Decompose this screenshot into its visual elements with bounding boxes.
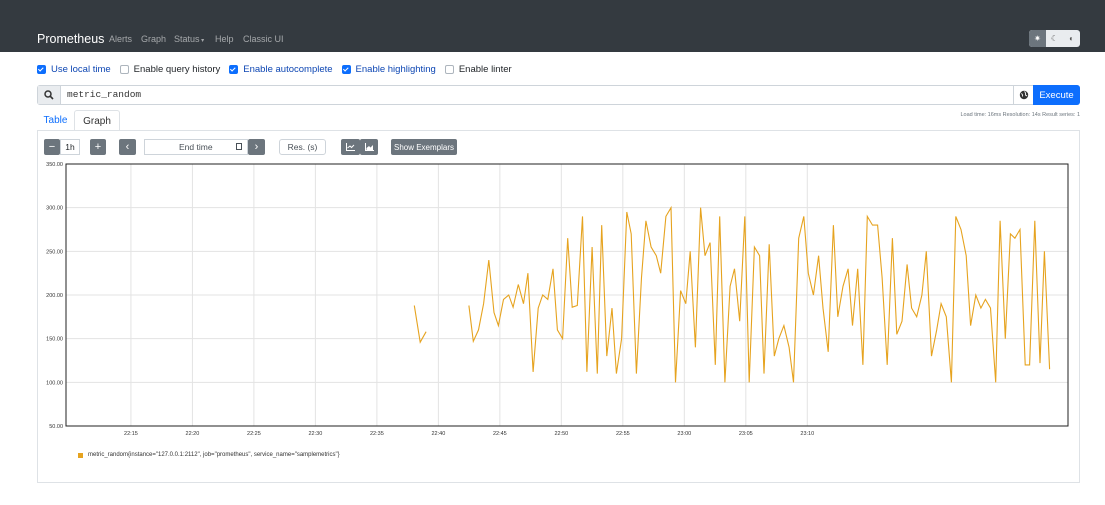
resolution-input[interactable]: Res. (s) (279, 139, 326, 155)
option-local-time[interactable]: Use local time (37, 64, 111, 75)
previous-time-button[interactable]: ‹ (119, 139, 136, 155)
nav-alerts[interactable]: Alerts (109, 34, 132, 44)
tab-table[interactable]: Table (37, 110, 74, 131)
checkbox-linter[interactable] (444, 64, 454, 74)
option-label: Enable autocomplete (243, 63, 333, 75)
query-bar: metric_random Execute (37, 85, 1080, 105)
range-input[interactable]: 1h (60, 139, 80, 155)
metrics-explorer-globe-icon[interactable] (1013, 86, 1034, 104)
stacked-chart-mode-icon[interactable] (360, 139, 378, 155)
nav-classic-ui[interactable]: Classic UI (243, 34, 284, 44)
navbar: Prometheus Alerts Graph Status ▾ Help Cl… (0, 0, 1105, 52)
line-chart-mode-icon[interactable] (341, 139, 360, 155)
nav-status-label: Status (174, 34, 200, 44)
search-icon (38, 86, 61, 104)
option-query-history[interactable]: Enable query history (119, 63, 221, 75)
increase-range-button[interactable]: + (90, 139, 106, 155)
decrease-range-button[interactable]: − (44, 139, 60, 155)
execute-button[interactable]: Execute (1033, 85, 1080, 105)
sun-icon[interactable]: ✷ (1029, 30, 1046, 47)
checkbox-autocomplete[interactable] (229, 64, 239, 74)
option-label: Enable highlighting (355, 63, 436, 75)
theme-switch: ✷ ☾ ◐ (1029, 30, 1080, 47)
legend-series-label[interactable]: metric_random{instance="127.0.0.1:2112",… (88, 452, 340, 458)
options-row: Use local time Enable query history Enab… (37, 62, 521, 76)
expression-input[interactable]: metric_random (67, 89, 141, 100)
nav-help[interactable]: Help (215, 34, 234, 44)
end-time-input[interactable]: End time (144, 139, 248, 155)
nav-graph[interactable]: Graph (141, 34, 166, 44)
nav-status[interactable]: Status ▾ (174, 34, 204, 44)
calendar-icon[interactable] (236, 143, 242, 150)
option-label: Enable linter (458, 63, 512, 75)
contrast-icon[interactable]: ◐ (1063, 30, 1080, 47)
option-highlighting[interactable]: Enable highlighting (341, 63, 436, 75)
show-exemplars-button[interactable]: Show Exemplars (391, 139, 457, 155)
moon-icon[interactable]: ☾ (1046, 30, 1063, 47)
checkbox-highlighting[interactable] (341, 64, 351, 74)
graph-panel (37, 131, 1080, 483)
option-linter[interactable]: Enable linter (444, 63, 512, 75)
query-stats: Load time: 16ms Resolution: 14s Result s… (960, 112, 1080, 118)
legend-swatch (78, 452, 83, 458)
option-label: Enable query history (133, 63, 221, 75)
brand-logo[interactable]: Prometheus (37, 32, 104, 46)
next-time-button[interactable]: › (248, 139, 265, 155)
legend: metric_random{instance="127.0.0.1:2112",… (78, 452, 340, 458)
checkbox-query-history[interactable] (119, 64, 129, 74)
checkbox-local-time[interactable] (37, 64, 46, 74)
caret-down-icon: ▾ (199, 38, 205, 44)
option-label: Use local time (51, 63, 111, 75)
option-autocomplete[interactable]: Enable autocomplete (229, 63, 333, 75)
tab-graph[interactable]: Graph (74, 110, 120, 131)
end-time-placeholder: End time (179, 142, 213, 152)
